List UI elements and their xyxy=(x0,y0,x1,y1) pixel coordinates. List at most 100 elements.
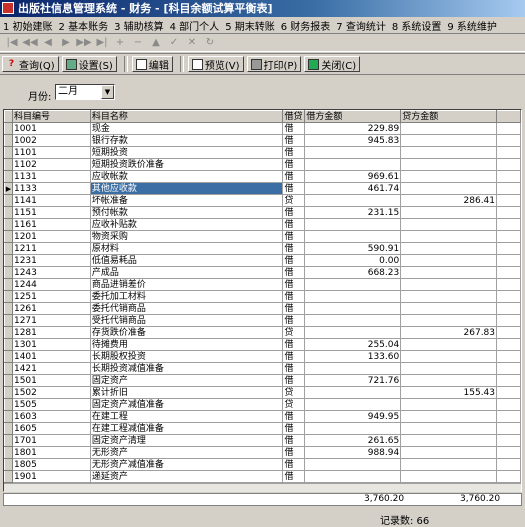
cell-name[interactable]: 长期股权投资 xyxy=(89,350,284,363)
menu-initial-setup[interactable]: 1 初始建账 xyxy=(0,18,56,33)
dropdown-arrow-icon[interactable]: ▼ xyxy=(101,85,114,99)
first-record-icon[interactable]: |◀ xyxy=(4,36,20,50)
cell-debit[interactable] xyxy=(304,362,402,375)
cell-direction[interactable]: 贷 xyxy=(282,194,306,207)
refresh-icon[interactable]: ↻ xyxy=(202,36,218,50)
cell-credit[interactable] xyxy=(400,434,498,447)
cell-direction[interactable]: 借 xyxy=(282,290,306,303)
cell-direction[interactable]: 借 xyxy=(282,170,306,183)
table-row[interactable]: 1401 长期股权投资借 133.60 xyxy=(4,350,521,363)
table-row[interactable]: 1605 在建工程减值准备借 xyxy=(4,422,521,435)
cell-credit[interactable] xyxy=(400,362,498,375)
cell-direction[interactable]: 借 xyxy=(282,134,306,147)
cell-credit[interactable] xyxy=(400,242,498,255)
column-header-direction[interactable]: 借贷 xyxy=(282,110,306,123)
prev-page-icon[interactable]: ◀◀ xyxy=(22,36,38,50)
cell-code[interactable]: 1605 xyxy=(11,422,91,435)
cell-debit[interactable]: 945.83 xyxy=(304,134,402,147)
cell-name[interactable]: 受托代销商品 xyxy=(89,314,284,327)
cell-debit[interactable] xyxy=(304,194,402,207)
cell-debit[interactable]: 261.65 xyxy=(304,434,402,447)
table-row[interactable]: 1281 存货跌价准备贷 267.83 xyxy=(4,326,521,339)
cell-credit[interactable] xyxy=(400,458,498,471)
cell-code[interactable]: 1421 xyxy=(11,362,91,375)
cell-direction[interactable]: 借 xyxy=(282,230,306,243)
cell-debit[interactable] xyxy=(304,458,402,471)
column-header-credit[interactable]: 贷方金额 xyxy=(400,110,498,123)
table-row[interactable]: 1243 产成品借 668.23 xyxy=(4,266,521,279)
cell-direction[interactable]: 借 xyxy=(282,374,306,387)
table-row[interactable]: 1271 受托代销商品借 xyxy=(4,314,521,327)
cell-code[interactable]: 1261 xyxy=(11,302,91,315)
column-header-code[interactable]: 科目编号 xyxy=(11,110,91,123)
cell-direction[interactable]: 借 xyxy=(282,302,306,315)
menu-reports[interactable]: 6 财务报表 xyxy=(278,18,334,33)
cell-credit[interactable] xyxy=(400,206,498,219)
row-indicator[interactable] xyxy=(4,158,13,171)
cell-name[interactable]: 固定资产减值准备 xyxy=(89,398,284,411)
cell-code[interactable]: 1101 xyxy=(11,146,91,159)
cell-direction[interactable]: 借 xyxy=(282,158,306,171)
cell-debit[interactable] xyxy=(304,314,402,327)
cell-debit[interactable]: 949.95 xyxy=(304,410,402,423)
cell-code[interactable]: 1001 xyxy=(11,122,91,135)
cell-credit[interactable] xyxy=(400,278,498,291)
cell-debit[interactable]: 231.15 xyxy=(304,206,402,219)
insert-icon[interactable]: + xyxy=(112,36,128,50)
cell-code[interactable]: 1505 xyxy=(11,398,91,411)
table-row[interactable]: 1501 固定资产借 721.76 xyxy=(4,374,521,387)
table-row[interactable]: 1131 应收帐款借 969.61 xyxy=(4,170,521,183)
cell-credit[interactable]: 155.43 xyxy=(400,386,498,399)
cell-debit[interactable] xyxy=(304,278,402,291)
row-indicator[interactable] xyxy=(4,206,13,219)
column-header-debit[interactable]: 借方金额 xyxy=(304,110,402,123)
cell-credit[interactable] xyxy=(400,134,498,147)
menu-basic-accounting[interactable]: 2 基本账务 xyxy=(56,18,112,33)
menu-auxiliary[interactable]: 3 辅助核算 xyxy=(111,18,167,33)
cell-direction[interactable]: 贷 xyxy=(282,326,306,339)
cell-code[interactable]: 1161 xyxy=(11,218,91,231)
print-button[interactable]: 打印(P) xyxy=(246,56,302,72)
cell-credit[interactable] xyxy=(400,338,498,351)
last-record-icon[interactable]: ▶| xyxy=(94,36,110,50)
horizontal-scrollbar[interactable] xyxy=(4,483,521,492)
cell-debit[interactable]: 988.94 xyxy=(304,446,402,459)
cell-name[interactable]: 递延资产 xyxy=(89,470,284,483)
table-row[interactable]: 1251 委托加工材料借 xyxy=(4,290,521,303)
row-indicator[interactable] xyxy=(4,278,13,291)
table-row[interactable]: 1001 现金借 229.89 xyxy=(4,122,521,135)
cell-name[interactable]: 产成品 xyxy=(89,266,284,279)
table-row[interactable]: 1421 长期投资减值准备借 xyxy=(4,362,521,375)
cell-code[interactable]: 1231 xyxy=(11,254,91,267)
column-header-name[interactable]: 科目名称 xyxy=(89,110,284,123)
row-indicator[interactable] xyxy=(4,470,13,483)
cell-debit[interactable] xyxy=(304,470,402,483)
row-indicator[interactable] xyxy=(4,398,13,411)
cell-credit[interactable] xyxy=(400,218,498,231)
cell-direction[interactable]: 借 xyxy=(282,422,306,435)
cell-name[interactable]: 现金 xyxy=(89,122,284,135)
cell-debit[interactable]: 590.91 xyxy=(304,242,402,255)
preview-button[interactable]: 预览(V) xyxy=(187,56,244,72)
row-indicator[interactable] xyxy=(4,302,13,315)
menu-settings[interactable]: 8 系统设置 xyxy=(389,18,445,33)
cell-name[interactable]: 委托加工材料 xyxy=(89,290,284,303)
cell-code[interactable]: 1151 xyxy=(11,206,91,219)
cell-name[interactable]: 应收帐款 xyxy=(89,170,284,183)
cell-direction[interactable]: 借 xyxy=(282,122,306,135)
cell-credit[interactable] xyxy=(400,158,498,171)
cell-code[interactable]: 1301 xyxy=(11,338,91,351)
cell-credit[interactable] xyxy=(400,302,498,315)
cell-name[interactable]: 商品进销差价 xyxy=(89,278,284,291)
cell-debit[interactable] xyxy=(304,146,402,159)
row-indicator[interactable] xyxy=(4,326,13,339)
menu-department[interactable]: 4 部门个人 xyxy=(167,18,223,33)
edit-icon[interactable]: ▲ xyxy=(148,36,164,50)
cell-name[interactable]: 预付帐款 xyxy=(89,206,284,219)
row-indicator[interactable] xyxy=(4,362,13,375)
row-indicator[interactable] xyxy=(4,350,13,363)
table-row[interactable]: ▶ 1133 其他应收款借 461.74 xyxy=(4,182,521,195)
month-select[interactable]: 二月 ▼ xyxy=(55,84,115,100)
cell-name[interactable]: 累计折旧 xyxy=(89,386,284,399)
cell-debit[interactable]: 721.76 xyxy=(304,374,402,387)
